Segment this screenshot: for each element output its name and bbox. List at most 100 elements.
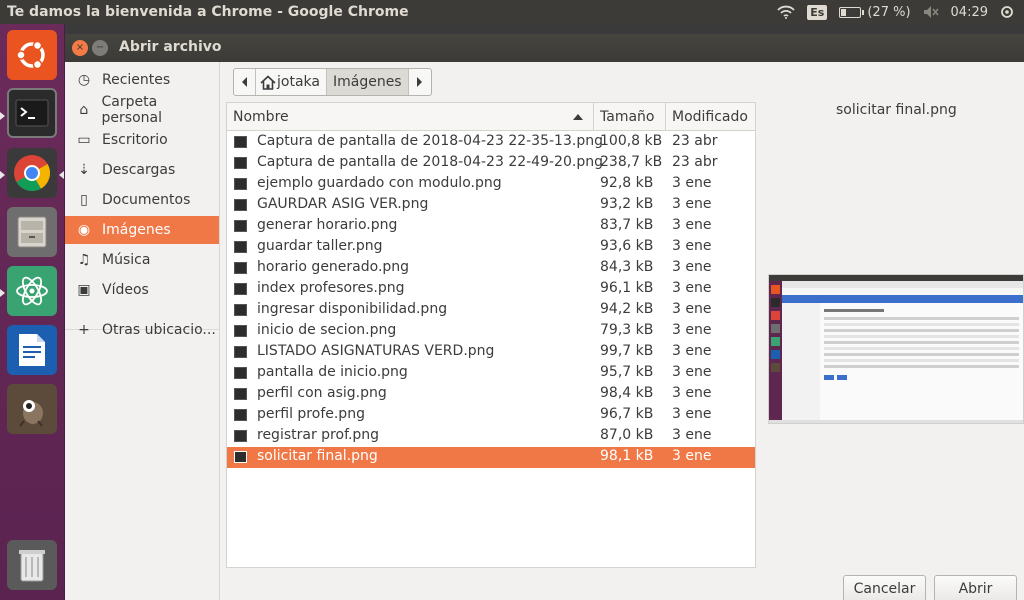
file-row[interactable]: Captura de pantalla de 2018-04-23 22-35-… [227,132,755,153]
wifi-icon [777,5,795,19]
image-file-icon [234,388,247,400]
file-row[interactable]: ingresar disponibilidad.png 94,2 kB 3 ene [227,300,755,321]
path-segment-home[interactable]: jotaka [256,69,327,95]
file-row[interactable]: perfil profe.png 96,7 kB 3 ene [227,405,755,426]
file-modified: 23 abr [672,154,718,170]
sidebar-item-label: Vídeos [102,282,149,298]
trash-launcher[interactable] [7,540,57,590]
ubuntu-dash-button[interactable] [7,30,57,80]
image-file-icon [234,409,247,421]
sidebar-item-musica[interactable]: ♫ Música [65,246,219,274]
file-name: registrar prof.png [257,427,380,443]
file-row[interactable]: perfil con asig.png 98,4 kB 3 ene [227,384,755,405]
sidebar-item-videos[interactable]: ▣ Vídeos [65,276,219,304]
terminal-launcher[interactable] [7,88,57,138]
home-icon [260,74,276,90]
files-launcher[interactable] [7,207,57,257]
image-file-icon [234,199,247,211]
video-icon: ▣ [77,282,91,298]
file-row[interactable]: guardar taller.png 93,6 kB 3 ene [227,237,755,258]
file-row[interactable]: GAURDAR ASIG VER.png 93,2 kB 3 ene [227,195,755,216]
file-row[interactable]: generar horario.png 83,7 kB 3 ene [227,216,755,237]
image-file-icon [234,157,247,169]
file-row[interactable]: pantalla de inicio.png 95,7 kB 3 ene [227,363,755,384]
focused-indicator [59,171,64,179]
chevron-right-icon [417,77,423,87]
dialog-titlebar[interactable]: × − Abrir archivo [65,34,1024,62]
file-size: 98,4 kB [600,385,654,401]
cancel-button[interactable]: Cancelar [843,575,926,600]
sidebar-item-label: Descargas [102,162,176,178]
gimp-icon [19,400,43,427]
file-size: 98,1 kB [600,448,654,464]
file-modified: 3 ene [672,196,712,212]
atom-launcher[interactable] [7,266,57,316]
sidebar-item-label: Carpeta personal [101,94,162,126]
file-size: 83,7 kB [600,217,654,233]
image-file-icon [234,241,247,253]
file-name: ingresar disponibilidad.png [257,301,448,317]
folder-icon: ▭ [77,132,91,148]
terminal-icon [15,99,49,127]
running-indicator [0,112,5,120]
path-segment-current[interactable]: Imágenes [326,69,409,95]
file-modified: 3 ene [672,364,712,380]
column-header-name[interactable]: Nombre [227,103,594,131]
running-indicator [0,289,5,297]
sidebar-item-escritorio[interactable]: ▭ Escritorio [65,126,219,154]
battery-indicator[interactable]: (27 %) [833,0,916,24]
dialog-title: Abrir archivo [119,39,222,55]
wifi-indicator[interactable] [771,0,801,24]
close-button[interactable]: × [72,40,88,56]
trash-icon [19,550,45,582]
clock-indicator[interactable]: 04:29 [945,0,994,24]
file-modified: 3 ene [672,448,712,464]
file-name: Captura de pantalla de 2018-04-23 22-49-… [257,154,603,170]
sidebar-item-descargas[interactable]: ⇣ Descargas [65,156,219,184]
column-header-modified[interactable]: Modificado [666,103,755,131]
places-sidebar: ◷ Recientes ⌂ Carpeta personal ▭ Escrito… [65,62,219,600]
gimp-launcher[interactable] [7,384,57,434]
writer-launcher[interactable] [7,325,57,375]
minimize-button[interactable]: − [92,40,108,56]
file-name: GAURDAR ASIG VER.png [257,196,429,212]
image-preview [768,274,1024,424]
session-indicator[interactable] [994,0,1024,24]
sidebar-item-carpeta-personal[interactable]: ⌂ Carpeta personal [65,94,219,126]
file-size: 100,8 kB [600,133,663,149]
keyboard-indicator[interactable]: Es [801,0,833,24]
file-row[interactable]: Captura de pantalla de 2018-04-23 22-49-… [227,153,755,174]
file-size: 79,3 kB [600,322,654,338]
close-icon: × [75,42,85,53]
file-row[interactable]: LISTADO ASIGNATURAS VERD.png 99,7 kB 3 ene [227,342,755,363]
open-button[interactable]: Abrir [934,575,1017,600]
sidebar-item-imagenes[interactable]: ◉ Imágenes [65,216,219,244]
path-back-button[interactable] [234,69,256,95]
file-size: 93,2 kB [600,196,654,212]
sidebar-item-recientes[interactable]: ◷ Recientes [65,66,219,94]
sidebar-item-otras-ubicaciones[interactable]: + Otras ubicacio... [65,316,219,344]
file-size: 92,8 kB [600,175,654,191]
image-file-icon [234,283,247,295]
sidebar-item-documentos[interactable]: ▯ Documentos [65,186,219,214]
column-header-size[interactable]: Tamaño [594,103,666,131]
image-file-icon [234,325,247,337]
column-header-label: Tamaño [600,109,655,125]
file-row[interactable]: horario generado.png 84,3 kB 3 ene [227,258,755,279]
sound-indicator[interactable] [917,0,945,24]
column-header-label: Modificado [672,109,748,125]
file-row[interactable]: inicio de secion.png 79,3 kB 3 ene [227,321,755,342]
file-row[interactable]: solicitar final.png 98,1 kB 3 ene [227,447,755,468]
document-writer-icon [19,334,45,366]
keyboard-layout-badge: Es [807,4,828,20]
file-row[interactable]: index profesores.png 96,1 kB 3 ene [227,279,755,300]
file-name: guardar taller.png [257,238,383,254]
image-file-icon [234,304,247,316]
music-icon: ♫ [77,252,91,268]
path-forward-button[interactable] [409,69,431,95]
path-segment-label: Imágenes [332,74,402,90]
file-name: generar horario.png [257,217,398,233]
chrome-launcher[interactable] [7,148,57,198]
file-row[interactable]: registrar prof.png 87,0 kB 3 ene [227,426,755,447]
file-row[interactable]: ejemplo guardado con modulo.png 92,8 kB 3 … [227,174,755,195]
